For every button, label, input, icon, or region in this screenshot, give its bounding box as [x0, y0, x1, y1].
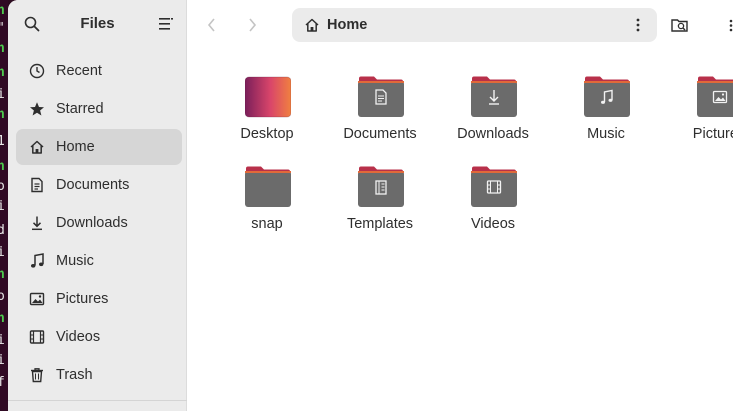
terminal-char: i [0, 87, 5, 102]
terminal-char: o [0, 289, 5, 304]
sidebar-item-downloads[interactable]: Downloads [16, 205, 182, 241]
terminal-char: " [0, 20, 8, 38]
trash-icon [28, 366, 46, 384]
folder-label: Pictures [692, 126, 733, 142]
pictures-folder-icon [697, 76, 733, 117]
main-menu-button[interactable] [152, 10, 180, 38]
folder-item-documents[interactable]: Documents [330, 70, 430, 156]
terminal-char: n [0, 3, 5, 18]
folder-item-templates[interactable]: Templates [330, 160, 430, 246]
header-bar: Home [188, 0, 733, 50]
places-list: Recent Starred Home Documents Downloads … [16, 53, 182, 395]
folder-label: Templates [346, 216, 414, 232]
sidebar-divider [8, 400, 187, 401]
templates-folder-icon [358, 166, 404, 207]
star-icon [28, 100, 46, 118]
sidebar-item-label: Starred [56, 101, 104, 117]
sidebar-item-label: Downloads [56, 215, 128, 231]
music-icon [28, 252, 46, 270]
sidebar-item-label: Pictures [56, 291, 109, 307]
hamburger-menu-icon [159, 18, 173, 30]
main-view: Home Desktop Documents Downloads Music P… [188, 0, 733, 411]
terminal-char: i [0, 199, 5, 214]
terminal-char: i [0, 333, 5, 348]
folder-label: Downloads [457, 126, 529, 142]
generic-folder-icon [245, 166, 291, 207]
terminal-char: i [0, 245, 5, 260]
view-options-button[interactable] [724, 11, 733, 39]
music-folder-icon [584, 76, 630, 117]
sidebar-item-documents[interactable]: Documents [16, 167, 182, 203]
video-icon [28, 328, 46, 346]
sidebar-item-label: Recent [56, 63, 102, 79]
documents-folder-icon [358, 76, 404, 117]
download-icon [28, 214, 46, 232]
sidebar-item-label: Home [56, 139, 95, 155]
vertical-dots-icon [729, 19, 733, 32]
folder-label: Documents [343, 126, 417, 142]
document-icon [28, 176, 46, 194]
terminal-char: n [0, 65, 5, 80]
path-current-location[interactable]: Home [327, 17, 367, 33]
terminal-background-strip: n " n n i n 1 n o i d i n o n i i f [0, 0, 8, 411]
clock-icon [28, 62, 46, 80]
folder-item-pictures[interactable]: Pictures [669, 70, 733, 156]
location-pathbar[interactable]: Home [292, 8, 657, 42]
sidebar-item-home[interactable]: Home [16, 129, 182, 165]
terminal-char: n [0, 41, 5, 56]
sidebar-item-label: Music [56, 253, 94, 269]
folder-label: Videos [470, 216, 516, 232]
sidebar-item-videos[interactable]: Videos [16, 319, 182, 355]
files-window: Files Recent Starred Home Documents Down… [8, 0, 733, 411]
back-button[interactable] [198, 11, 226, 39]
terminal-char: d [0, 223, 5, 238]
home-icon [305, 18, 319, 32]
folder-item-desktop[interactable]: Desktop [217, 70, 317, 156]
sidebar-item-label: Trash [56, 367, 93, 383]
terminal-char: i [0, 353, 5, 368]
sidebar-item-recent[interactable]: Recent [16, 53, 182, 89]
folder-item-videos[interactable]: Videos [443, 160, 543, 246]
folder-label: Desktop [240, 126, 294, 142]
sidebar-item-starred[interactable]: Starred [16, 91, 182, 127]
folder-item-downloads[interactable]: Downloads [443, 70, 543, 156]
search-in-folder-button[interactable] [666, 11, 694, 39]
terminal-char: f [0, 375, 5, 390]
terminal-char: n [0, 311, 5, 326]
folder-search-icon [671, 19, 688, 32]
forward-button[interactable] [238, 11, 266, 39]
folder-label: Music [587, 126, 625, 142]
sidebar-item-pictures[interactable]: Pictures [16, 281, 182, 317]
videos-folder-icon [471, 166, 517, 207]
location-menu-button[interactable] [627, 14, 649, 36]
desktop-folder-icon [245, 76, 291, 118]
home-icon [28, 138, 46, 156]
terminal-char: n [0, 267, 5, 282]
chevron-left-icon [207, 18, 215, 32]
terminal-char: n [0, 159, 5, 174]
terminal-char: 1 [0, 134, 5, 149]
folder-item-music[interactable]: Music [556, 70, 656, 156]
terminal-char: o [0, 179, 5, 194]
folder-item-snap[interactable]: snap [217, 160, 317, 246]
downloads-folder-icon [471, 76, 517, 117]
sidebar-item-label: Videos [56, 329, 101, 345]
picture-icon [28, 290, 46, 308]
folder-label: snap [251, 216, 283, 232]
sidebar-item-label: Documents [56, 177, 130, 193]
vertical-dots-icon [636, 18, 640, 32]
sidebar: Files Recent Starred Home Documents Down… [8, 0, 187, 411]
terminal-char: n [0, 107, 5, 122]
sidebar-item-music[interactable]: Music [16, 243, 182, 279]
chevron-right-icon [249, 18, 257, 32]
sidebar-item-trash[interactable]: Trash [16, 357, 182, 393]
sidebar-header: Files [8, 0, 187, 50]
